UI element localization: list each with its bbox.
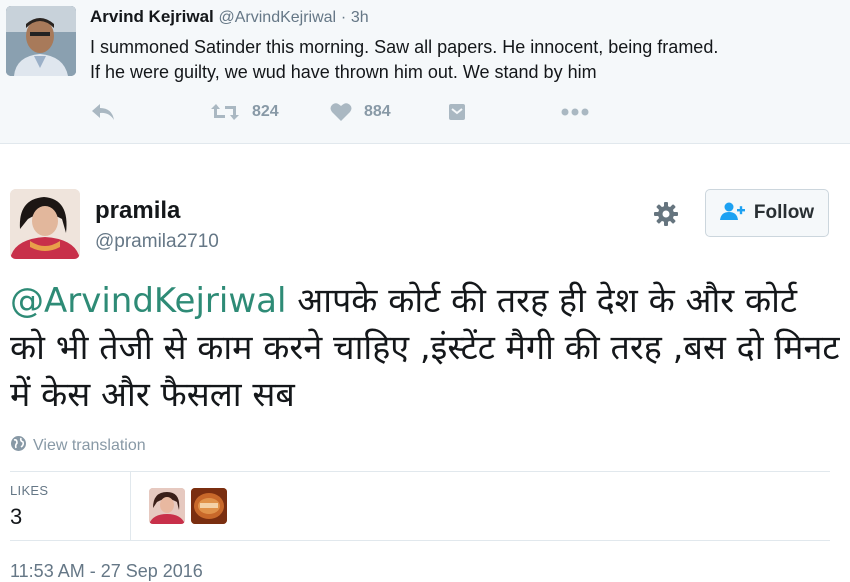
- retweet-icon: [210, 102, 240, 122]
- follow-button[interactable]: Follow: [705, 189, 829, 237]
- author-screen-name[interactable]: @pramila2710: [95, 231, 219, 253]
- message-icon: [447, 102, 467, 122]
- retweet-button[interactable]: 824: [210, 100, 279, 124]
- parent-author-avatar[interactable]: [6, 6, 76, 76]
- mention-link[interactable]: @ArvindKejriwal: [10, 281, 286, 321]
- parent-tweet-text-line: If he were guilty, we wud have thrown hi…: [90, 62, 597, 82]
- reply-button[interactable]: [90, 100, 116, 124]
- parent-tweet-time[interactable]: 3h: [351, 9, 369, 26]
- view-translation-label: View translation: [33, 437, 146, 454]
- liker-avatar[interactable]: [149, 488, 185, 524]
- parent-tweet-actions: 824 884: [90, 100, 610, 124]
- parent-tweet-header: Arvind Kejriwal @ArvindKejriwal · 3h: [90, 7, 369, 27]
- parent-tweet: Arvind Kejriwal @ArvindKejriwal · 3h I s…: [0, 0, 850, 144]
- stats-divider: [130, 472, 131, 540]
- heart-icon: [330, 102, 352, 122]
- parent-author-handle[interactable]: @ArvindKejriwal: [219, 9, 337, 26]
- author-fullname[interactable]: pramila: [95, 197, 180, 225]
- parent-tweet-text: I summoned Satinder this morning. Saw al…: [90, 35, 840, 85]
- direct-message-button[interactable]: [447, 100, 467, 124]
- parent-tweet-text-line: I summoned Satinder this morning. Saw al…: [90, 37, 719, 57]
- reply-icon: [90, 102, 116, 122]
- retweet-count: 824: [252, 103, 279, 120]
- tweet-text: @ArvindKejriwal आपके कोर्ट की तरह ही देश…: [10, 278, 840, 419]
- liker-avatar[interactable]: [191, 488, 227, 524]
- author-avatar[interactable]: [10, 189, 80, 259]
- like-count: 884: [364, 103, 391, 120]
- more-icon: [560, 107, 590, 117]
- globe-icon: [10, 435, 27, 457]
- follow-button-label: Follow: [753, 202, 815, 223]
- parent-author-name[interactable]: Arvind Kejriwal: [90, 7, 214, 26]
- add-user-icon: [719, 202, 746, 225]
- likes-label: LIKES: [10, 483, 49, 498]
- like-button[interactable]: 884: [330, 100, 391, 124]
- tweet-timestamp: 11:53 AM - 27 Sep 2016: [10, 561, 203, 581]
- more-button[interactable]: [560, 100, 590, 124]
- separator-dot: ·: [340, 9, 347, 26]
- view-translation-link[interactable]: View translation: [10, 435, 146, 457]
- gear-icon[interactable]: [652, 200, 680, 228]
- likes-count[interactable]: 3: [10, 504, 22, 530]
- tweet-stats: LIKES 3: [10, 471, 830, 541]
